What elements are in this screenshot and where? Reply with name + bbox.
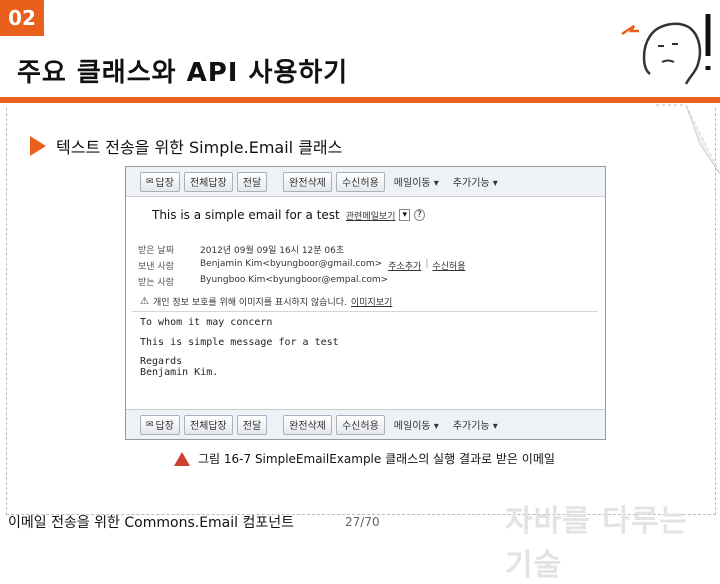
more-features-dropdown[interactable]: 추가기능 ▾ xyxy=(448,173,503,191)
page-number: 27/70 xyxy=(345,515,380,529)
image-warning: ⚠ 개인 정보 보호를 위해 이미지를 표시하지 않습니다. 이미지보기 xyxy=(140,295,393,308)
figure-caption-text: 그림 16-7 SimpleEmailExample 클래스의 실행 결과로 받… xyxy=(198,452,555,466)
footer-title: 이메일 전송을 위한 Commons.Email 컴포넌트 xyxy=(8,515,295,531)
from-row: 보낸 사람 Benjamin Kim<byungboor@gmail.com> … xyxy=(138,259,466,272)
thinking-figure-icon xyxy=(621,14,711,85)
mail-toolbar-bottom: ✉ 답장 전체답장 전달 완전삭제 수신허용 메일이동 ▾ 추가기능 ▾ xyxy=(126,409,605,439)
reply-button[interactable]: ✉ 답장 xyxy=(140,171,180,192)
title-divider xyxy=(0,97,720,103)
mail-subject: This is a simple email for a test 관련메일보기… xyxy=(152,208,425,222)
reply-button[interactable]: ✉ 답장 xyxy=(140,414,180,435)
delete-button[interactable]: 완전삭제 xyxy=(283,171,332,192)
forward-button[interactable]: 전달 xyxy=(236,414,268,435)
forward-button[interactable]: 전달 xyxy=(236,171,268,192)
body-message: This is simple message for a test xyxy=(140,337,339,348)
date-row: 받은 날짜 2012년 09월 09일 16시 12분 06초 xyxy=(138,246,345,256)
caption-triangle-icon xyxy=(174,451,190,466)
page-fold-decoration xyxy=(656,104,720,175)
section-heading-text: 텍스트 전송을 위한 Simple.Email 클래스 xyxy=(56,138,343,157)
warning-icon: ⚠ xyxy=(140,296,149,307)
to-row: 받는 사람 Byungboo Kim<byungboor@empal.com> xyxy=(138,275,389,288)
allow-sender-button[interactable]: 수신허용 xyxy=(335,414,385,435)
header-divider xyxy=(132,311,598,312)
delete-button[interactable]: 완전삭제 xyxy=(283,414,332,435)
add-contact-link[interactable]: 주소추가 xyxy=(388,259,421,272)
move-mail-dropdown[interactable]: 메일이동 ▾ xyxy=(389,173,444,191)
email-screenshot: ✉ 답장 전체답장 전달 완전삭제 수신허용 메일이동 ▾ 추가기능 ▾ This… xyxy=(125,166,606,440)
slide-title: 주요 클래스와 API 사용하기 xyxy=(17,58,349,88)
body-closing: Regards xyxy=(140,356,183,367)
figure-caption: 그림 16-7 SimpleEmailExample 클래스의 실행 결과로 받… xyxy=(174,450,555,467)
mail-toolbar-top: ✉ 답장 전체답장 전달 완전삭제 수신허용 메일이동 ▾ 추가기능 ▾ xyxy=(126,167,605,197)
section-heading: 텍스트 전송을 위한 Simple.Email 클래스 xyxy=(30,134,342,158)
section-number-badge: 02 xyxy=(0,0,44,36)
reply-all-button[interactable]: 전체답장 xyxy=(183,171,233,192)
related-mail-link[interactable]: 관련메일보기 xyxy=(346,209,396,222)
reply-icon: ✉ xyxy=(146,419,154,430)
allow-sender-link[interactable]: 수신허용 xyxy=(432,259,465,272)
body-greeting: To whom it may concern xyxy=(140,317,273,328)
more-features-dropdown[interactable]: 추가기능 ▾ xyxy=(448,416,503,434)
allow-sender-button[interactable]: 수신허용 xyxy=(335,171,385,192)
bullet-arrow-icon xyxy=(30,136,46,156)
move-mail-dropdown[interactable]: 메일이동 ▾ xyxy=(389,416,444,434)
reply-all-button[interactable]: 전체답장 xyxy=(183,414,233,435)
help-icon[interactable]: ? xyxy=(413,209,425,221)
show-images-link[interactable]: 이미지보기 xyxy=(351,295,392,308)
book-brand-watermark: 자바를 다루는 기술 xyxy=(505,504,689,583)
reply-icon: ✉ xyxy=(146,176,154,187)
mail-subject-text: This is a simple email for a test xyxy=(152,208,340,222)
dropdown-icon[interactable]: ▾ xyxy=(399,209,410,221)
body-signature: Benjamin Kim. xyxy=(140,367,219,378)
